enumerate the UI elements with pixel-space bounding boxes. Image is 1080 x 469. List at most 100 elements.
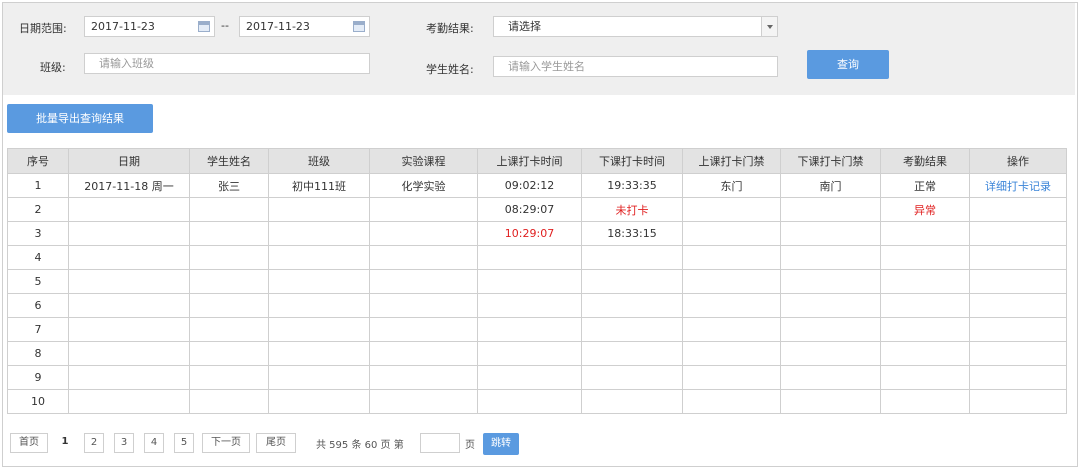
cell-class xyxy=(268,245,370,270)
student-name-input[interactable]: 请输入学生姓名 xyxy=(493,56,778,77)
cell-checkout-time xyxy=(581,341,683,366)
cell-checkout-gate xyxy=(780,317,881,342)
cell-action[interactable]: 详细打卡记录 xyxy=(969,173,1067,198)
cell-result xyxy=(880,269,970,294)
cell-index: 4 xyxy=(7,245,69,270)
cell-action xyxy=(969,269,1067,294)
cell-action xyxy=(969,293,1067,318)
cell-course xyxy=(369,317,478,342)
cell-action xyxy=(969,365,1067,390)
cell-index: 8 xyxy=(7,341,69,366)
cell-class: 初中111班 xyxy=(268,173,370,198)
col-header-action: 操作 xyxy=(969,148,1067,174)
cell-action xyxy=(969,197,1067,222)
cell-index: 2 xyxy=(7,197,69,222)
cell-class xyxy=(268,317,370,342)
cell-checkout-gate xyxy=(780,197,881,222)
cell-date xyxy=(68,341,190,366)
cell-checkin-time xyxy=(477,245,582,270)
cell-date xyxy=(68,293,190,318)
cell-index: 10 xyxy=(7,389,69,414)
page-button-4[interactable]: 4 xyxy=(144,433,164,453)
student-name-label: 学生姓名: xyxy=(426,63,474,76)
cell-checkout-time xyxy=(581,365,683,390)
date-end-field[interactable]: 2017-11-23 xyxy=(239,16,370,37)
cell-action xyxy=(969,221,1067,246)
cell-class xyxy=(268,197,370,222)
col-header-course: 实验课程 xyxy=(369,148,478,174)
cell-course xyxy=(369,221,478,246)
chevron-down-icon[interactable] xyxy=(761,17,777,36)
cell-checkin-time xyxy=(477,365,582,390)
cell-checkout-gate xyxy=(780,341,881,366)
page-button-2[interactable]: 2 xyxy=(84,433,104,453)
date-range-label: 日期范围: xyxy=(19,22,67,35)
cell-checkout-gate xyxy=(780,245,881,270)
cell-checkout-time xyxy=(581,269,683,294)
cell-course xyxy=(369,341,478,366)
attendance-result-value: 请选择 xyxy=(508,20,541,33)
cell-checkin-gate xyxy=(682,197,781,222)
last-page-button[interactable]: 尾页 xyxy=(256,433,296,453)
cell-date xyxy=(68,365,190,390)
col-header-index: 序号 xyxy=(7,148,69,174)
cell-index: 3 xyxy=(7,221,69,246)
cell-checkout-gate xyxy=(780,269,881,294)
col-header-student: 学生姓名 xyxy=(189,148,269,174)
cell-course xyxy=(369,365,478,390)
cell-result xyxy=(880,365,970,390)
cell-index: 6 xyxy=(7,293,69,318)
cell-course xyxy=(369,269,478,294)
page-button-1[interactable]: 1 xyxy=(56,433,74,453)
batch-export-button[interactable]: 批量导出查询结果 xyxy=(7,104,153,133)
page-unit-text: 页 xyxy=(465,440,475,451)
date-separator: -- xyxy=(221,19,229,32)
class-label: 班级: xyxy=(40,61,66,74)
page-button-3[interactable]: 3 xyxy=(114,433,134,453)
cell-result: 异常 xyxy=(880,197,970,222)
cell-class xyxy=(268,269,370,294)
cell-student xyxy=(189,317,269,342)
page-button-5[interactable]: 5 xyxy=(174,433,194,453)
col-header-class: 班级 xyxy=(268,148,370,174)
col-header-checkin-gate: 上课打卡门禁 xyxy=(682,148,781,174)
attendance-result-label: 考勤结果: xyxy=(426,22,474,35)
cell-checkout-time xyxy=(581,317,683,342)
calendar-icon[interactable] xyxy=(353,21,365,32)
cell-action xyxy=(969,317,1067,342)
cell-course: 化学实验 xyxy=(369,173,478,198)
cell-checkout-gate: 南门 xyxy=(780,173,881,198)
calendar-icon[interactable] xyxy=(198,21,210,32)
cell-index: 7 xyxy=(7,317,69,342)
query-button[interactable]: 查询 xyxy=(807,50,889,79)
cell-date: 2017-11-18 周一 xyxy=(68,173,190,198)
date-end-value: 2017-11-23 xyxy=(246,20,310,33)
cell-course xyxy=(369,197,478,222)
attendance-result-select[interactable]: 请选择 xyxy=(493,16,778,37)
table-row: 1 2017-11-18 周一 张三 初中111班 化学实验 09:02:12 19:33:… xyxy=(7,173,1067,198)
page-jump-input[interactable] xyxy=(420,433,460,453)
cell-checkin-time: 09:02:12 xyxy=(477,173,582,198)
cell-student xyxy=(189,365,269,390)
cell-checkout-gate xyxy=(780,389,881,414)
first-page-button[interactable]: 首页 xyxy=(10,433,48,453)
filter-panel: 日期范围: 2017-11-23 -- 2017-11-23 考勤结果: 请选择… xyxy=(3,3,1075,95)
date-start-field[interactable]: 2017-11-23 xyxy=(84,16,215,37)
col-header-date: 日期 xyxy=(68,148,190,174)
jump-button[interactable]: 跳转 xyxy=(483,433,519,455)
cell-course xyxy=(369,245,478,270)
cell-student xyxy=(189,293,269,318)
cell-student xyxy=(189,245,269,270)
cell-student xyxy=(189,197,269,222)
class-input[interactable]: 请输入班级 xyxy=(84,53,370,74)
cell-checkin-time xyxy=(477,389,582,414)
next-page-button[interactable]: 下一页 xyxy=(202,433,250,453)
cell-checkout-time: 19:33:35 xyxy=(581,173,683,198)
cell-student: 张三 xyxy=(189,173,269,198)
col-header-checkout-gate: 下课打卡门禁 xyxy=(780,148,881,174)
attendance-table: 序号 日期 学生姓名 班级 实验课程 上课打卡时间 下课打卡时间 上课打卡门禁 … xyxy=(7,148,1067,414)
cell-checkin-time: 08:29:07 xyxy=(477,197,582,222)
cell-checkout-gate xyxy=(780,365,881,390)
table-row: 5 xyxy=(7,269,1067,294)
table-row: 3 10:29:07 18:33:15 xyxy=(7,221,1067,246)
